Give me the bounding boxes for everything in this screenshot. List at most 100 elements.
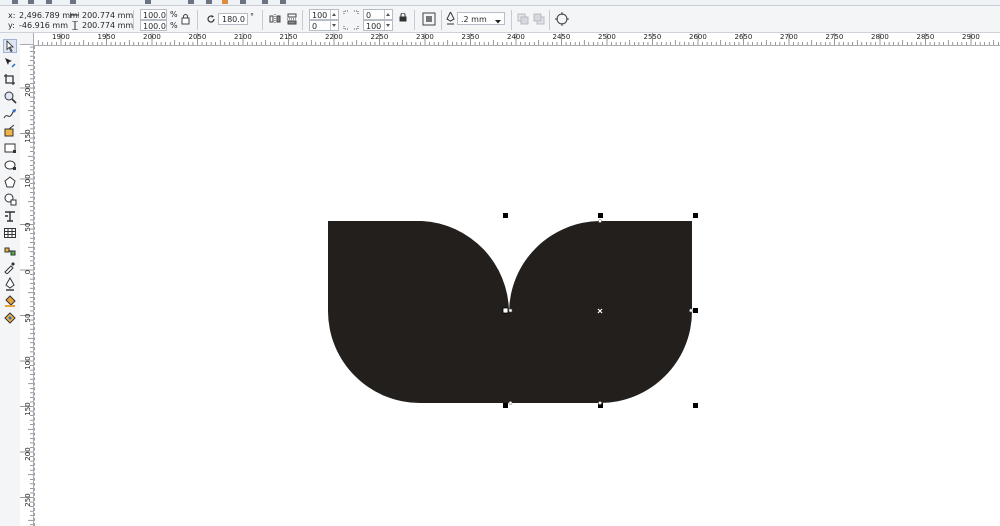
zoom-tool[interactable] xyxy=(3,90,17,104)
corner-top-right-value: 0 xyxy=(366,11,372,20)
y-label: y: xyxy=(8,21,15,30)
lock-icon[interactable] xyxy=(399,12,407,25)
dimension-tool[interactable] xyxy=(3,243,17,257)
percent-x-label: % xyxy=(170,10,178,19)
corner-top-left-input[interactable]: 100 xyxy=(309,9,339,20)
basic-shapes-tool[interactable] xyxy=(3,192,17,206)
crop-tool[interactable] xyxy=(3,73,17,87)
spin-up-icon[interactable] xyxy=(384,10,392,19)
ruler-label: 50 xyxy=(24,313,32,322)
corner-bottom-left-input[interactable]: 0 xyxy=(309,20,339,31)
node-point[interactable] xyxy=(689,308,693,313)
rotation-icon xyxy=(206,14,216,27)
scale-x-input[interactable]: 100.0 xyxy=(140,9,167,20)
ruler-label: 100 xyxy=(24,356,32,370)
node-point[interactable] xyxy=(508,401,513,405)
ruler-label: 250 xyxy=(24,492,32,507)
rotation-value: 180.0 xyxy=(222,15,245,24)
smart-fill-tool[interactable] xyxy=(3,124,17,138)
text-tool[interactable] xyxy=(3,209,17,223)
property-bar: x: 2,496.789 mm y: -46.916 mm 200.774 mm… xyxy=(0,6,1000,33)
left-leaf-shape[interactable] xyxy=(328,221,509,403)
ruler-label: 2250 xyxy=(370,33,389,41)
height-field[interactable]: 200.774 mm xyxy=(82,21,133,30)
ruler-label: 2500 xyxy=(598,33,616,41)
outline-pen-icon xyxy=(446,10,455,28)
outline-width-select[interactable]: .2 mm xyxy=(457,12,505,25)
mirror-horizontal-icon[interactable] xyxy=(269,13,281,28)
to-back-icon[interactable] xyxy=(533,13,545,28)
shape-tool[interactable] xyxy=(3,56,17,70)
corner-bottom-left-value: 0 xyxy=(312,22,318,31)
ruler-label: 2350 xyxy=(461,33,480,41)
ruler-label: 200 xyxy=(24,447,32,461)
ruler-label: 2550 xyxy=(643,33,662,41)
ruler-label: 1950 xyxy=(97,33,116,41)
ruler-label: 2100 xyxy=(234,33,252,41)
corner-bottom-right-input[interactable]: 100 xyxy=(363,20,393,31)
spin-down-icon[interactable] xyxy=(330,21,338,30)
ruler-label: 2900 xyxy=(962,33,980,41)
corner-top-right-input[interactable]: 0 xyxy=(363,9,393,20)
x-label: x: xyxy=(8,11,16,20)
ruler-label: 2600 xyxy=(689,33,707,41)
text-wrap-icon[interactable] xyxy=(422,12,436,29)
toolbox xyxy=(0,33,21,526)
width-field[interactable]: 200.774 mm xyxy=(82,11,133,20)
rotation-input[interactable]: 180.0 xyxy=(218,13,248,25)
drawing-canvas[interactable] xyxy=(34,46,1000,526)
ruler-label: 2300 xyxy=(416,33,434,41)
ruler-label: 2450 xyxy=(552,33,571,41)
interactive-fill-tool[interactable] xyxy=(3,311,17,325)
corner-top-left-value: 100 xyxy=(312,11,328,20)
corner-bottom-right-value: 100 xyxy=(366,22,382,31)
ruler-label: 2650 xyxy=(734,33,753,41)
ruler-label: 2200 xyxy=(325,33,343,41)
ruler-label: 1900 xyxy=(52,33,70,41)
scale-y-value: 100.0 xyxy=(143,22,166,31)
to-front-icon[interactable] xyxy=(517,13,529,28)
percent-y-label: % xyxy=(170,21,178,30)
degree-symbol: ° xyxy=(250,12,254,21)
ruler-label: 200 xyxy=(24,83,32,97)
lock-ratio-icon[interactable] xyxy=(181,14,190,28)
ruler-label: 2000 xyxy=(143,33,161,41)
node-point[interactable] xyxy=(598,219,602,223)
spin-up-icon[interactable] xyxy=(330,10,338,19)
ruler-label: 150 xyxy=(24,128,32,143)
eyedropper-tool[interactable] xyxy=(3,260,17,274)
outline-width-value: .2 mm xyxy=(461,15,487,24)
scale-y-input[interactable]: 100.0 xyxy=(140,20,167,31)
horizontal-ruler[interactable]: 1900 1950 2000 2050 2100 2150 2200 2250 2300 2350… xyxy=(34,33,1000,46)
vertical-ruler[interactable]: 200 150 100 50 0 50 100 150 200 250 xyxy=(20,45,34,526)
ellipse-tool[interactable] xyxy=(3,158,17,172)
ruler-label: 2800 xyxy=(871,33,889,41)
height-icon xyxy=(71,20,79,33)
chevron-down-icon xyxy=(495,17,501,27)
ruler-label: 2850 xyxy=(916,33,935,41)
ruler-label: 100 xyxy=(24,174,32,188)
ruler-label: 2050 xyxy=(188,33,207,41)
ruler-label: 2700 xyxy=(780,33,798,41)
y-position-field[interactable]: -46.916 mm xyxy=(19,21,68,30)
table-tool[interactable] xyxy=(3,226,17,240)
rectangle-tool[interactable] xyxy=(3,141,17,155)
convert-to-curves-icon[interactable] xyxy=(555,12,569,29)
polygon-tool[interactable] xyxy=(3,175,17,189)
ruler-label: 2400 xyxy=(507,33,525,41)
mirror-vertical-icon[interactable] xyxy=(286,13,298,28)
ruler-label: 2150 xyxy=(279,33,298,41)
ruler-label: 150 xyxy=(24,401,32,416)
freehand-tool[interactable] xyxy=(3,107,17,121)
fill-tool[interactable] xyxy=(3,294,17,308)
ruler-label: 2750 xyxy=(825,33,844,41)
ruler-label: 50 xyxy=(24,222,32,231)
spin-down-icon[interactable] xyxy=(384,21,392,30)
ruler-origin[interactable] xyxy=(20,33,34,45)
corner-bracket-icon xyxy=(343,10,359,33)
outline-pen-tool[interactable] xyxy=(3,277,17,291)
node-point[interactable] xyxy=(598,401,602,405)
pick-tool[interactable] xyxy=(3,39,17,53)
node-point[interactable] xyxy=(508,308,513,313)
node-handle[interactable] xyxy=(502,307,509,314)
